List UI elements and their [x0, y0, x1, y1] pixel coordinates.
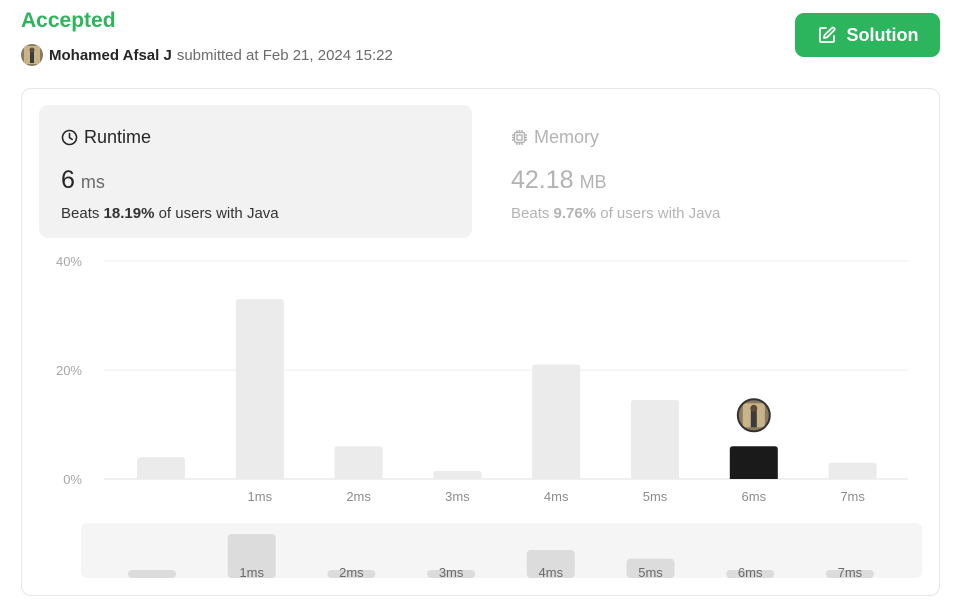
status-title: Accepted: [21, 9, 116, 32]
bar[interactable]: [235, 299, 284, 479]
runtime-beats: Beats 18.19% of users with Java: [61, 205, 472, 222]
memory-beats-suffix: of users with Java: [600, 205, 721, 222]
chip-icon: [512, 130, 527, 145]
edit-icon: [818, 26, 836, 43]
memory-beats-prefix: Beats: [511, 205, 550, 222]
memory-unit: MB: [579, 172, 607, 192]
runtime-beats-suffix: of users with Java: [158, 205, 279, 222]
x-tick-label: 7ms: [840, 489, 865, 504]
x-tick-label: 6ms: [742, 489, 767, 504]
memory-value: 42.18: [511, 166, 574, 194]
solution-label: Solution: [846, 24, 919, 45]
runtime-card[interactable]: Runtime 6 ms Beats 18.19% of users with …: [39, 105, 472, 238]
overview-tick-label: 1ms: [239, 565, 264, 580]
runtime-value: 6: [61, 166, 75, 194]
overview-tick-label: 6ms: [738, 565, 763, 580]
runtime-beats-pct: 18.19%: [103, 205, 155, 222]
y-tick-label: 20%: [56, 363, 82, 378]
memory-label: Memory: [534, 127, 600, 147]
clock-icon: [61, 129, 78, 146]
submitted-time: submitted at Feb 21, 2024 15:22: [176, 46, 393, 64]
x-tick-label: 1ms: [248, 489, 273, 504]
bar-highlight[interactable]: [729, 446, 778, 479]
overview-tick-label: 4ms: [539, 565, 564, 580]
bar[interactable]: [433, 470, 482, 479]
x-tick-label: 4ms: [544, 489, 569, 504]
x-tick-label: 3ms: [445, 489, 470, 504]
avatar-head: [750, 404, 758, 412]
x-tick-label: 5ms: [643, 489, 668, 504]
bar[interactable]: [828, 462, 877, 479]
runtime-beats-prefix: Beats: [61, 205, 100, 222]
memory-beats-pct: 9.76%: [553, 205, 597, 222]
bar[interactable]: [137, 457, 185, 479]
overview-tick-label: 3ms: [439, 565, 464, 580]
chart-overview[interactable]: [81, 523, 922, 578]
overview-tick-label: 5ms: [638, 565, 663, 580]
runtime-label: Runtime: [84, 127, 152, 147]
memory-card[interactable]: Memory 42.18 MB Beats 9.76% of users wit…: [490, 105, 923, 238]
memory-beats: Beats 9.76% of users with Java: [511, 205, 923, 222]
y-tick-label: 40%: [56, 254, 82, 269]
overview-bar: [128, 570, 176, 578]
bar[interactable]: [631, 399, 679, 479]
bar[interactable]: [532, 364, 581, 479]
avatar[interactable]: [21, 44, 43, 66]
bar[interactable]: [334, 446, 383, 479]
author-name[interactable]: Mohamed Afsal J: [49, 47, 172, 64]
submission-info: Mohamed Afsal J submitted at Feb 21, 202…: [21, 44, 393, 66]
x-tick-label: 2ms: [346, 489, 371, 504]
solution-button[interactable]: Solution: [795, 13, 940, 57]
result-panel: Runtime 6 ms Beats 18.19% of users with …: [21, 88, 940, 596]
overview-tick-label: 2ms: [339, 565, 364, 580]
runtime-unit: ms: [80, 172, 105, 192]
overview-tick-label: 7ms: [838, 565, 863, 580]
y-tick-label: 0%: [63, 472, 82, 487]
